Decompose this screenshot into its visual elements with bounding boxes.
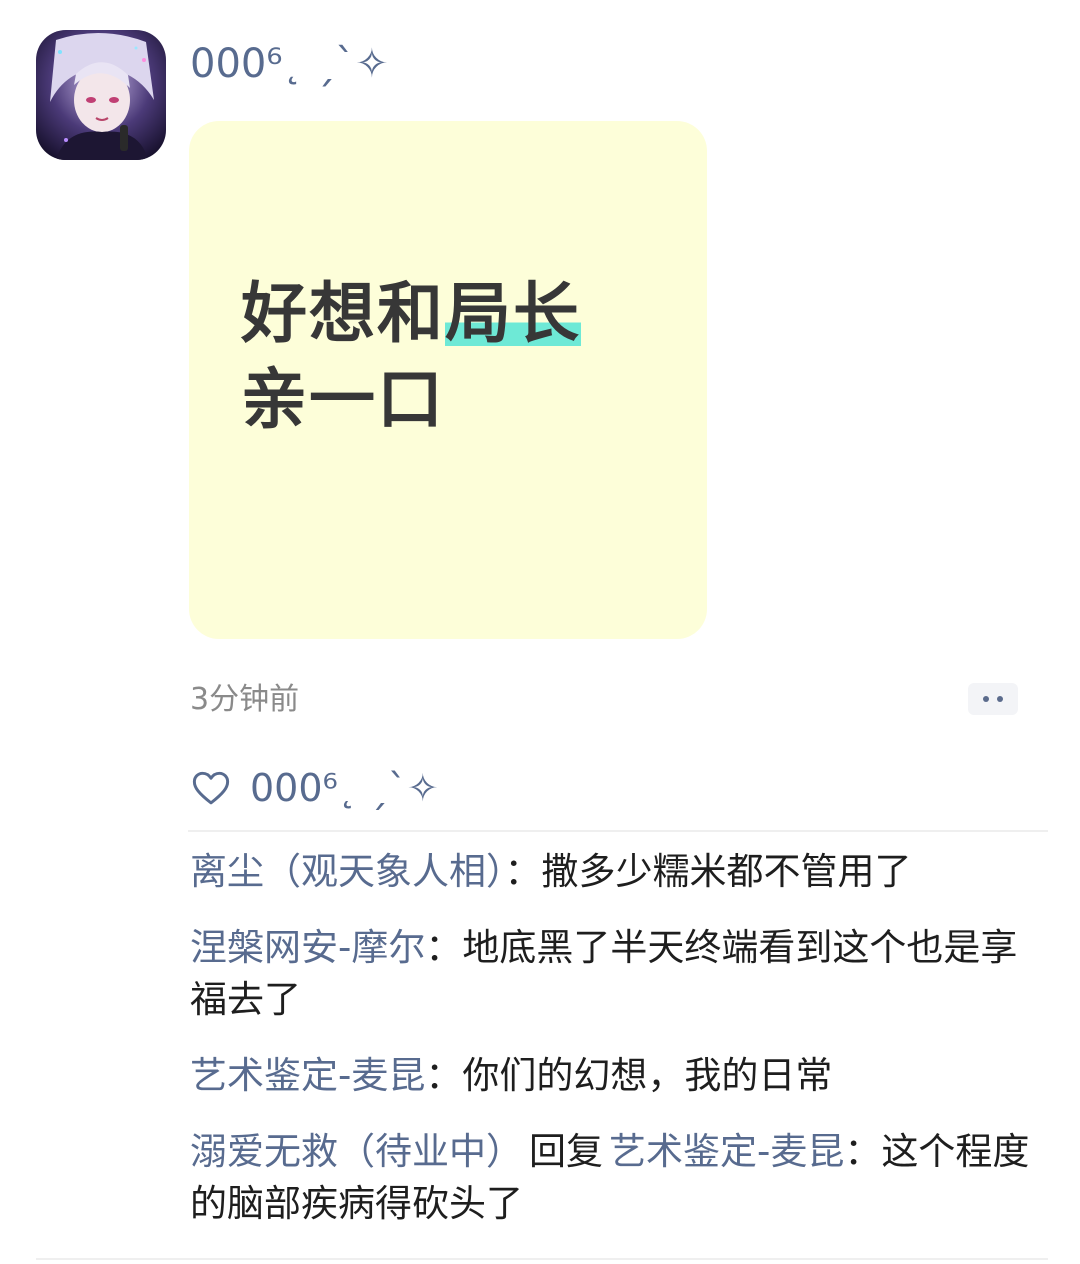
post-text-line-2: 亲一口 [241,361,445,438]
post-text-line-1: 好想和局长 [241,271,581,357]
liker-name[interactable]: 000⁶˛ ˏˋ✧ [250,764,439,812]
comments-list: 离尘（观天象人相）：撒多少糯米都不管用了 涅槃网安-摩尔：地底黑了半天终端看到这… [190,846,1040,1254]
post-username[interactable]: 000⁶˛ ˏˋ✧ [190,40,389,88]
comment-item[interactable]: 离尘（观天象人相）：撒多少糯米都不管用了 [190,846,1040,898]
comment-item[interactable]: 艺术鉴定-麦昆：你们的幻想，我的日常 [190,1050,1040,1102]
more-options-button[interactable] [968,683,1018,715]
post-text-highlight: 局长 [445,275,581,352]
comment-item[interactable]: 溺爱无救（待业中） 回复 艺术鉴定-麦昆：这个程度的脑部疾病得砍头了 [190,1126,1040,1230]
post-content-card[interactable]: 好想和局长 亲一口 [189,121,707,639]
divider [188,830,1048,832]
comment-author[interactable]: 艺术鉴定-麦昆 [190,1054,425,1097]
comment-separator: ： [425,1054,463,1097]
comment-text: 撒多少糯米都不管用了 [541,850,912,893]
comment-separator: ： [425,926,463,969]
comment-text: 你们的幻想，我的日常 [462,1054,833,1097]
avatar-image [36,30,166,160]
comment-author[interactable]: 离尘（观天象人相） [190,850,505,893]
heart-icon[interactable] [190,767,232,809]
post-timestamp: 3分钟前 [190,682,300,717]
post-text: 好想和局长 亲一口 [241,271,581,443]
reply-to-author[interactable]: 艺术鉴定-麦昆 [609,1130,844,1173]
bottom-divider [36,1258,1048,1260]
comment-item[interactable]: 涅槃网安-摩尔：地底黑了半天终端看到这个也是享福去了 [190,922,1040,1026]
likes-row: 000⁶˛ ˏˋ✧ [190,764,439,812]
comment-author[interactable]: 溺爱无救（待业中） [190,1130,523,1173]
comment-separator: ： [504,850,542,893]
comment-separator: ： [844,1130,882,1173]
more-dot-icon [997,696,1003,702]
post-text-plain: 好想和 [241,275,445,352]
comment-author[interactable]: 涅槃网安-摩尔 [190,926,425,969]
avatar[interactable] [36,30,166,160]
more-dot-icon [983,696,989,702]
reply-label: 回复 [529,1130,603,1173]
